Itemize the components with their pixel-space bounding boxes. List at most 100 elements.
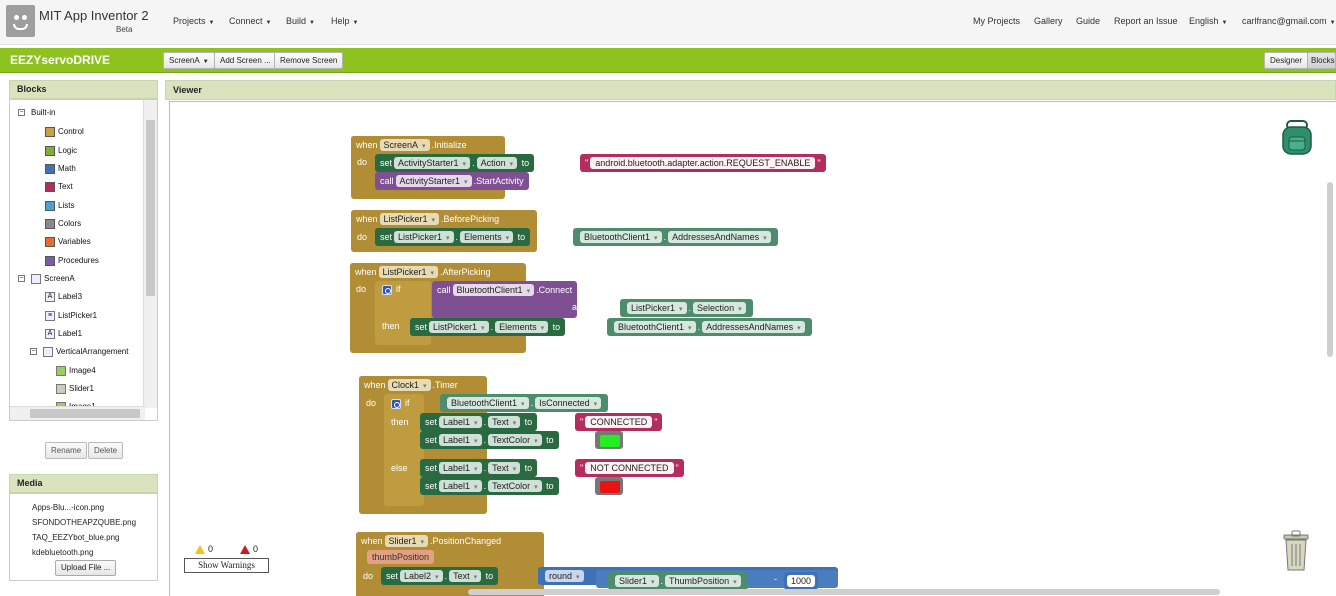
label-icon: A — [45, 291, 55, 302]
builtin-text[interactable]: Text — [45, 180, 73, 194]
set-block[interactable]: setLabel1.TextColor to — [420, 431, 559, 449]
then-label: then — [382, 321, 400, 331]
color-red-block[interactable] — [595, 477, 623, 495]
component-getter-block[interactable]: Slider1.ThumbPosition — [608, 572, 748, 590]
chevron-down-icon: ▼ — [1221, 20, 1228, 26]
do-label: do — [366, 398, 377, 408]
menu-help[interactable]: Help ▼ — [331, 16, 358, 26]
parameter-thumb-position[interactable]: thumbPosition — [367, 550, 435, 564]
blocks-button[interactable]: Blocks — [1307, 52, 1336, 69]
builtin-math[interactable]: Math — [45, 162, 76, 176]
tree-listpicker1[interactable]: ≡ ListPicker1 — [45, 309, 97, 323]
workspace-horizontal-scrollbar[interactable] — [468, 589, 1220, 595]
media-file[interactable]: Apps-Blu...-icon.png — [32, 503, 104, 512]
do-label: do — [357, 157, 368, 167]
media-file[interactable]: kdebluetooth.png — [32, 548, 93, 557]
menu-build[interactable]: Build ▼ — [286, 16, 315, 26]
text-literal-block[interactable]: " CONNECTED " — [575, 413, 663, 431]
color-green-block[interactable] — [595, 431, 623, 449]
mutator-gear-icon[interactable] — [382, 284, 392, 295]
tree-vertical-arrangement[interactable]: − VerticalArrangement — [30, 345, 128, 359]
component-getter-block[interactable]: ListPicker1.Selection — [620, 299, 753, 317]
tree-label3[interactable]: A Label3 — [45, 290, 82, 304]
tree-horizontal-scrollbar[interactable] — [10, 406, 145, 420]
error-icon — [240, 545, 251, 555]
call-block[interactable]: callActivityStarter1.StartActivity — [375, 172, 529, 190]
number-block[interactable]: 1000 — [784, 572, 819, 590]
trash-icon[interactable] — [1281, 530, 1311, 572]
text-literal-block[interactable]: " NOT CONNECTED " — [575, 459, 684, 477]
builtin-lists[interactable]: Lists — [45, 199, 74, 213]
upload-file-button[interactable]: Upload File ... — [55, 560, 117, 576]
language-menu[interactable]: English ▼ — [1189, 16, 1227, 26]
media-panel-title: Media — [9, 474, 158, 493]
event-header[interactable]: whenSlider1.PositionChanged — [356, 532, 507, 550]
gallery-link[interactable]: Gallery — [1034, 16, 1063, 26]
report-issue-link[interactable]: Report an Issue — [1114, 16, 1178, 26]
image-icon — [56, 365, 66, 376]
if-else-block[interactable] — [384, 394, 424, 506]
warning-count: 0 — [208, 544, 214, 554]
builtin-variables[interactable]: Variables — [45, 235, 91, 249]
address-label: address — [572, 302, 605, 312]
event-header[interactable]: whenListPicker1.BeforePicking — [351, 210, 505, 228]
tree-builtin[interactable]: − Built-in — [18, 106, 55, 120]
set-block[interactable]: setLabel1.Text to — [420, 413, 538, 431]
builtin-colors[interactable]: Colors — [45, 217, 81, 231]
collapse-icon[interactable]: − — [30, 348, 37, 356]
workspace-vertical-scrollbar[interactable] — [1327, 182, 1333, 357]
component-getter-block[interactable]: BluetoothClient1.AddressesAndNames — [573, 228, 778, 246]
rename-button[interactable]: Rename — [45, 442, 88, 459]
builtin-control[interactable]: Control — [45, 125, 84, 139]
set-block[interactable]: setActivityStarter1.Action to — [375, 154, 535, 172]
tree-screen[interactable]: − ScreenA — [18, 272, 75, 286]
set-block[interactable]: setLabel2.Text to — [381, 567, 499, 585]
math-swatch-icon — [45, 163, 55, 174]
menu-projects[interactable]: Projects ▼ — [173, 16, 214, 26]
set-block[interactable]: setListPicker1.Elements to — [375, 228, 531, 246]
text-literal-block[interactable]: " android.bluetooth.adapter.action.REQUES… — [580, 154, 826, 172]
collapse-icon[interactable]: − — [18, 109, 25, 117]
builtin-procedures[interactable]: Procedures — [45, 254, 99, 268]
event-header[interactable]: whenClock1.Timer — [359, 376, 463, 394]
remove-screen-button[interactable]: Remove Screen — [274, 52, 344, 69]
delete-button[interactable]: Delete — [88, 442, 124, 459]
builtin-logic[interactable]: Logic — [45, 144, 77, 158]
menu-connect[interactable]: Connect ▼ — [229, 16, 271, 26]
designer-button[interactable]: Designer — [1264, 52, 1309, 69]
show-warnings-button[interactable]: Show Warnings — [184, 558, 269, 573]
blocks-tree: − Built-in Control Logic Math Text Lists … — [9, 99, 158, 421]
guide-link[interactable]: Guide — [1076, 16, 1100, 26]
set-block[interactable]: setLabel1.Text to — [420, 459, 538, 477]
top-bar: MIT App Inventor 2 Beta Projects ▼ Connec… — [0, 0, 1336, 45]
event-header[interactable]: whenListPicker1.AfterPicking — [350, 263, 496, 281]
tree-image4[interactable]: Image4 — [56, 364, 96, 378]
account-menu[interactable]: carlfranc@gmail.com ▼ — [1242, 16, 1336, 26]
media-file[interactable]: TAQ_EEZYbot_blue.png — [32, 533, 119, 542]
tree-label1[interactable]: A Label1 — [45, 327, 82, 341]
do-label: do — [356, 284, 367, 294]
chevron-down-icon: ▼ — [1329, 20, 1336, 26]
component-getter-block[interactable]: BluetoothClient1.AddressesAndNames — [607, 318, 812, 336]
tree-slider1[interactable]: Slider1 — [56, 382, 94, 396]
add-screen-button[interactable]: Add Screen ... — [214, 52, 277, 69]
backpack-icon[interactable] — [1281, 119, 1313, 156]
set-block[interactable]: setListPicker1.Elements to — [410, 318, 566, 336]
label-icon: A — [45, 328, 55, 339]
collapse-icon[interactable]: − — [18, 275, 25, 283]
component-getter-block[interactable]: BluetoothClient1.IsConnected — [440, 394, 609, 412]
event-header[interactable]: whenScreenA.Initialize — [351, 136, 472, 154]
app-inventor-logo-icon[interactable] — [6, 5, 35, 37]
warning-indicator: 0 0 — [195, 544, 258, 555]
my-projects-link[interactable]: My Projects — [973, 16, 1020, 26]
project-toolbar: EEZYservoDRIVE ScreenA ▼ Add Screen ... R… — [0, 48, 1336, 73]
lists-swatch-icon — [45, 200, 55, 211]
call-connect-block[interactable]: callBluetoothClient1.Connect — [432, 281, 578, 318]
tree-vertical-scrollbar[interactable] — [143, 100, 157, 408]
then-label: then — [391, 417, 409, 427]
blocks-workspace[interactable]: whenScreenA.Initialize do setActivitySta… — [169, 101, 1336, 596]
mutator-gear-icon[interactable] — [391, 398, 401, 409]
screen-select[interactable]: ScreenA ▼ — [163, 52, 215, 69]
media-file[interactable]: SFONDOTHEAPZQUBE.png — [32, 518, 136, 527]
set-block[interactable]: setLabel1.TextColor to — [420, 477, 559, 495]
